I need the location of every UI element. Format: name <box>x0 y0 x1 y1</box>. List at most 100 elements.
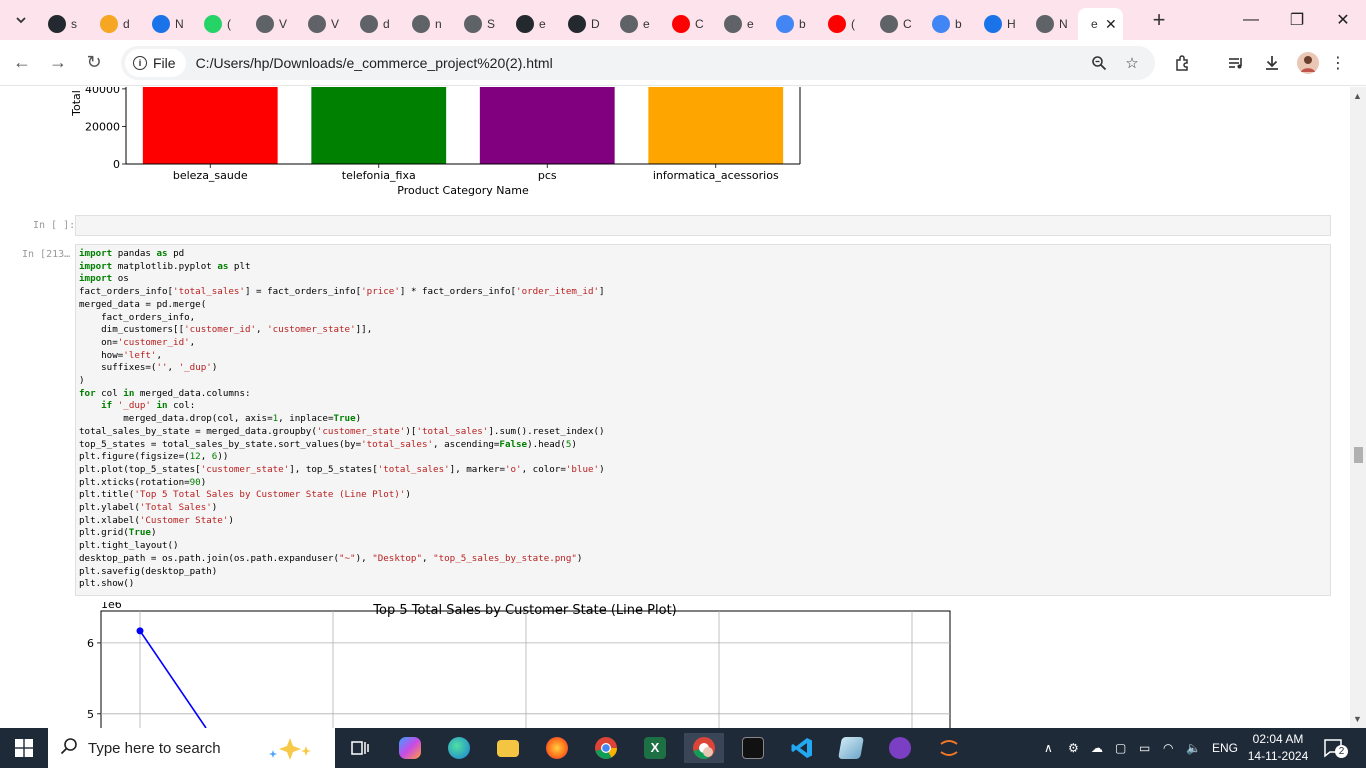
code-line: merged_data = pd.merge( <box>79 298 207 310</box>
plot-frame <box>100 610 951 728</box>
browser-tab[interactable]: V <box>298 8 350 40</box>
url-text[interactable]: C:/Users/hp/Downloads/e_commerce_project… <box>196 55 553 71</box>
chrome-profile-icon[interactable] <box>684 733 724 763</box>
browser-tab[interactable]: ( <box>818 8 870 40</box>
tray-app-icon[interactable]: ⚙ <box>1068 728 1079 768</box>
site-info-chip[interactable]: i File <box>125 49 186 77</box>
browser-tab[interactable]: ( <box>194 8 246 40</box>
back-icon[interactable]: ← <box>4 45 40 81</box>
chrome-icon[interactable] <box>586 733 626 763</box>
browser-tab[interactable]: N <box>142 8 194 40</box>
tab-favicon-icon <box>1036 15 1054 33</box>
y-tick-label: 6 <box>87 637 94 650</box>
tray-meet-icon[interactable]: ▢ <box>1115 728 1126 768</box>
browser-tab[interactable]: e <box>714 8 766 40</box>
minimize-button[interactable]: — <box>1228 0 1274 40</box>
bar-telefonia_fixa <box>311 87 447 164</box>
browser-tab[interactable]: e <box>506 8 558 40</box>
task-view-icon[interactable] <box>340 733 380 763</box>
code-line: if '_dup' in col: <box>101 400 196 412</box>
browser-tab[interactable]: N <box>1026 8 1078 40</box>
github-desktop-icon[interactable] <box>880 733 920 763</box>
reload-icon[interactable]: ↻ <box>76 45 112 81</box>
bookmark-star-icon[interactable]: ☆ <box>1123 54 1141 72</box>
zoom-icon[interactable] <box>1090 54 1108 72</box>
tab-favicon-icon <box>724 15 742 33</box>
code-line: plt.figure(figsize=(12, 6)) <box>79 451 229 463</box>
code-line: suffixes=('', '_dup') <box>79 362 218 374</box>
bar-pcs <box>479 87 615 164</box>
taskbar-clock[interactable]: 02:04 AM 14-11-2024 <box>1240 731 1316 765</box>
excel-icon[interactable]: X <box>635 733 675 763</box>
language-indicator[interactable]: ENG <box>1212 728 1238 768</box>
tab-favicon-icon <box>48 15 66 33</box>
tab-favicon-icon <box>308 15 326 33</box>
restore-button[interactable]: ❐ <box>1274 0 1320 40</box>
tab-favicon-icon <box>880 15 898 33</box>
browser-tab[interactable]: e <box>610 8 662 40</box>
copilot-app-icon[interactable] <box>390 733 430 763</box>
download-icon[interactable] <box>1261 52 1283 74</box>
x-axis-label: Product Category Name <box>397 184 529 197</box>
browser-tab[interactable]: s <box>38 8 90 40</box>
tray-chevron-icon[interactable]: ∧ <box>1044 728 1053 768</box>
close-window-button[interactable]: ✕ <box>1320 0 1366 40</box>
vscode-icon[interactable] <box>782 733 822 763</box>
scroll-up-icon[interactable]: ▲ <box>1353 91 1362 101</box>
tab-title: s <box>71 17 77 31</box>
tab-close-icon[interactable]: ✕ <box>1105 16 1117 33</box>
volume-icon[interactable]: 🔈 <box>1186 728 1201 768</box>
firefox-icon[interactable] <box>537 733 577 763</box>
code-line: merged_data.drop(col, axis=1, inplace=Tr… <box>79 413 362 425</box>
new-tab-button[interactable]: + <box>1147 7 1171 33</box>
windows-start-icon[interactable] <box>0 728 48 768</box>
browser-tab[interactable]: n <box>402 8 454 40</box>
browser-tab[interactable]: d <box>350 8 402 40</box>
taskbar-search-box[interactable]: Type here to search <box>48 728 335 768</box>
browser-tab[interactable]: S <box>454 8 506 40</box>
edge-browser-icon[interactable] <box>439 733 479 763</box>
line-chart: Top 5 Total Sales by Customer State (Lin… <box>87 602 951 728</box>
notifications-icon[interactable]: 2 <box>1322 736 1348 760</box>
code-line: top_5_states = total_sales_by_state.sort… <box>79 438 577 450</box>
empty-cell-prompt: In [ ]: <box>33 220 76 231</box>
browser-tab[interactable]: D <box>558 8 610 40</box>
bar-beleza_saude <box>142 87 278 164</box>
notes-app-icon[interactable] <box>831 733 871 763</box>
tab-title: b <box>955 17 962 31</box>
active-browser-tab[interactable]: e ✕ <box>1078 8 1123 40</box>
menu-kebab-icon[interactable]: ⋮ <box>1327 52 1349 74</box>
tab-favicon-icon <box>256 15 274 33</box>
forward-icon[interactable]: → <box>40 45 76 81</box>
bar-informatica_acessorios <box>648 87 784 164</box>
terminal-icon[interactable] <box>733 733 773 763</box>
scroll-thumb[interactable] <box>1354 447 1363 463</box>
tab-search-icon[interactable] <box>9 8 33 32</box>
browser-tab[interactable]: C <box>662 8 714 40</box>
tab-title: b <box>799 17 806 31</box>
page-scrollbar[interactable]: ▲ ▼ <box>1350 87 1366 728</box>
browser-tab[interactable]: V <box>246 8 298 40</box>
code-line: import os <box>79 273 129 285</box>
tray-cloud-icon[interactable]: ☁ <box>1091 728 1103 768</box>
file-explorer-icon[interactable] <box>488 733 528 763</box>
browser-tab[interactable]: b <box>766 8 818 40</box>
browser-tab[interactable]: C <box>870 8 922 40</box>
extensions-icon[interactable] <box>1172 52 1194 74</box>
tab-favicon-icon <box>360 15 378 33</box>
tab-title: C <box>903 17 912 31</box>
battery-icon[interactable]: ▭ <box>1139 728 1150 768</box>
wifi-icon[interactable]: ◠ <box>1163 728 1173 768</box>
tab-favicon-icon <box>204 15 222 33</box>
tab-favicon-icon <box>568 15 586 33</box>
code-cell-source[interactable]: import pandas as pd import matplotlib.pyp… <box>79 248 605 591</box>
browser-tab[interactable]: H <box>974 8 1026 40</box>
browser-tab[interactable]: b <box>922 8 974 40</box>
media-control-icon[interactable] <box>1225 52 1247 74</box>
address-bar[interactable]: i File C:/Users/hp/Downloads/e_commerce_… <box>121 46 1155 80</box>
browser-tab[interactable]: d <box>90 8 142 40</box>
empty-code-cell[interactable] <box>75 215 1331 236</box>
scroll-down-icon[interactable]: ▼ <box>1353 714 1362 724</box>
jupyter-icon[interactable] <box>929 733 969 763</box>
profile-avatar[interactable] <box>1297 52 1319 74</box>
